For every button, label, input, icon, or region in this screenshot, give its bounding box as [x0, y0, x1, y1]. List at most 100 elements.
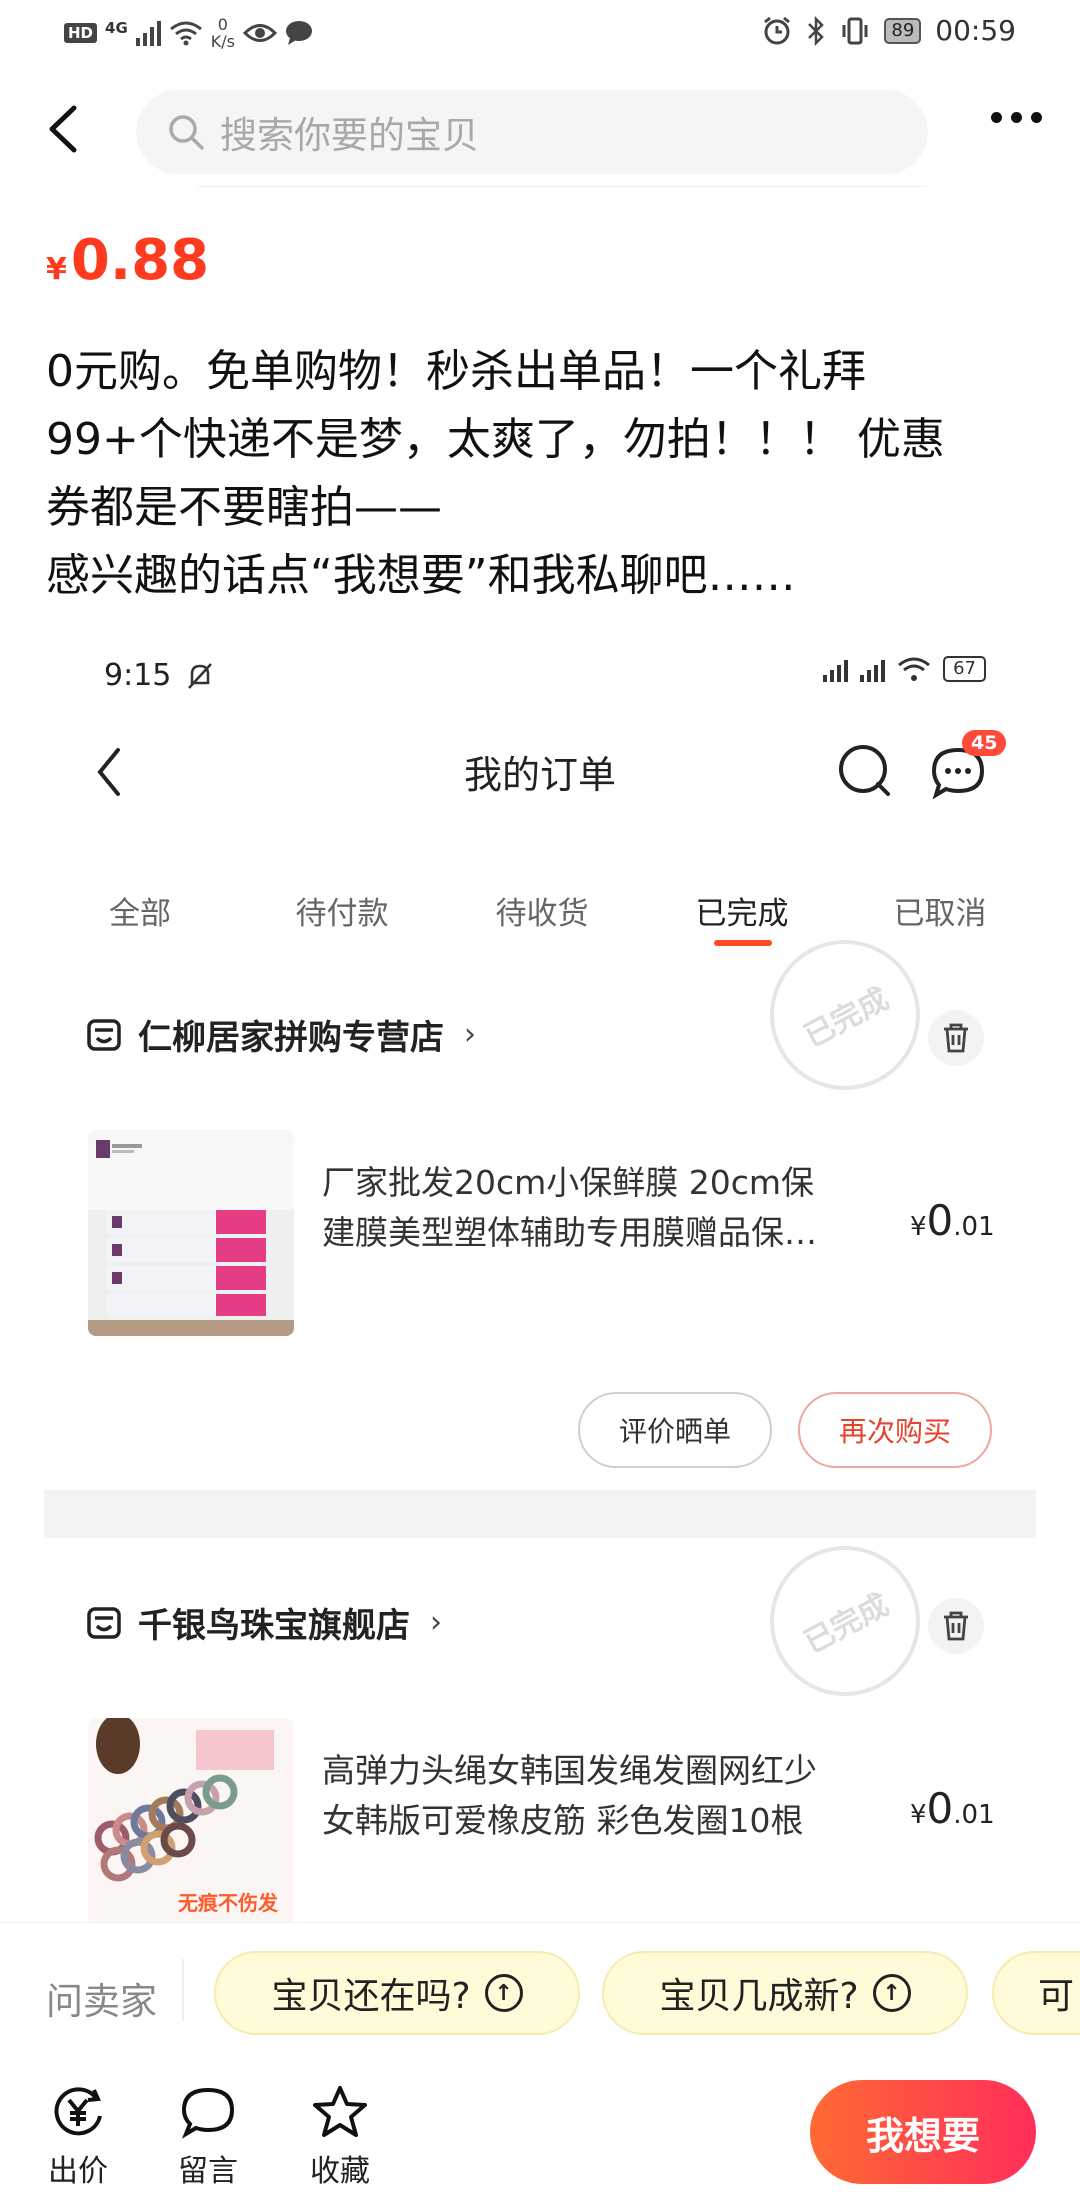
signal-icon — [823, 656, 849, 682]
store-name-row: 千银鸟珠宝旗舰店 › — [86, 1598, 442, 1647]
listing-price: ¥ 0.88 — [46, 228, 209, 293]
trash-icon — [928, 1010, 984, 1066]
wifi-icon — [169, 21, 202, 46]
comment-label: 留言 — [178, 2154, 238, 2189]
status-right: 89 00:59 — [762, 14, 1016, 47]
arrow-up-circle-icon: ↑ — [484, 1974, 523, 2012]
inner-clock: 9:15 — [104, 658, 172, 693]
signal-icon — [860, 656, 886, 682]
chip-label: 可 — [1038, 1976, 1075, 2017]
inner-message-badge: 45 — [962, 730, 1007, 756]
yuan-circle-icon — [54, 2087, 102, 2136]
search-placeholder: 搜索你要的宝贝 — [220, 114, 479, 157]
description-line: 感兴趣的话点“我想要”和我私聊吧…… — [46, 550, 796, 601]
back-arrow-icon[interactable] — [42, 104, 82, 154]
bluetooth-icon — [808, 15, 825, 46]
inner-battery: 67 — [943, 656, 986, 682]
product-price: ¥ 0 .01 — [910, 1196, 995, 1245]
wifi-icon — [898, 657, 931, 681]
price-decimal: .01 — [953, 1800, 995, 1830]
divider — [182, 1959, 184, 2021]
completed-stamp: 已完成 — [770, 1546, 920, 1696]
star-icon — [313, 2086, 367, 2137]
trash-icon — [928, 1598, 984, 1654]
tab-cancelled: 已取消 — [893, 896, 987, 932]
card-separator — [44, 1490, 1036, 1538]
store-icon — [87, 1606, 121, 1639]
quick-question-chip[interactable]: 宝贝还在吗? ↑ — [214, 1951, 580, 2035]
chat-bubble-icon — [181, 2087, 235, 2139]
status-bar: HD 4G 0 K/s 89 00:59 — [0, 0, 1080, 66]
price-value: 0.88 — [70, 228, 210, 293]
product-title-line: 厂家批发20cm小保鲜膜 20cm保 — [322, 1163, 815, 1202]
hd-badge: HD — [64, 23, 98, 43]
product-title-line: 女韩版可爱橡皮筋 彩色发圈10根 — [322, 1801, 804, 1840]
thumbnail-caption: 无痕不伤发 — [178, 1891, 279, 1915]
product-thumbnail-cling-film — [88, 1130, 294, 1336]
chip-label: 宝贝几成新? — [659, 1976, 859, 2017]
stamp-text: 已完成 — [798, 1587, 895, 1661]
alarm-icon — [764, 16, 791, 44]
net-speed: 0 K/s — [211, 16, 235, 50]
order-tabs: 全部 待付款 待收货 已完成 已取消 — [44, 888, 1036, 948]
stamp-text: 已完成 — [798, 981, 895, 1055]
favorite-button[interactable]: 收藏 — [290, 2084, 390, 2190]
net-speed-unit: K/s — [210, 32, 235, 51]
review-button: 评价晒单 — [578, 1392, 772, 1468]
store-name: 千银鸟珠宝旗舰店 — [138, 1606, 410, 1646]
vibrate-icon — [842, 17, 868, 44]
more-options-icon[interactable] — [991, 112, 1042, 123]
buy-again-button: 再次购买 — [798, 1392, 992, 1468]
network-type: 4G — [105, 19, 128, 37]
chevron-right-icon: › — [430, 1605, 442, 1640]
quick-question-chip[interactable]: 宝贝几成新? ↑ — [602, 1951, 968, 2035]
product-price: ¥ 0 .01 — [910, 1784, 995, 1833]
tab-pending-payment: 待付款 — [295, 896, 389, 932]
description-line: 99+个快递不是梦，太爽了，勿拍！！！ 优惠 — [46, 414, 945, 465]
inner-status-right: 67 — [823, 656, 986, 682]
tab-all: 全部 — [109, 896, 171, 932]
search-input[interactable]: 搜索你要的宝贝 — [136, 90, 928, 174]
description-line: 0元购。免单购物！秒杀出单品！一个礼拜 — [46, 346, 866, 397]
store-icon — [87, 1018, 121, 1051]
chip-label: 宝贝还在吗? — [271, 1976, 471, 2017]
product-title: 高弹力头绳女韩国发绳发圈网红少 女韩版可爱橡皮筋 彩色发圈10根 — [322, 1746, 882, 1846]
listing-photo-order-screenshot[interactable]: 9:15 67 我的订单 45 全部 待付款 待收货 已完成 已取消 仁柳居家拼… — [44, 630, 1036, 1922]
ask-seller-bar: 问卖家 宝贝还在吗? ↑ 宝贝几成新? ↑ 可 — [0, 1922, 1080, 2064]
product-thumbnail-hair-ties: 无痕不伤发 — [88, 1718, 294, 1922]
arrow-up-circle-icon: ↑ — [872, 1974, 911, 2012]
signal-icon — [135, 20, 161, 46]
store-name-row: 仁柳居家拼购专营店 › — [86, 1010, 476, 1059]
store-name: 仁柳居家拼购专营店 — [138, 1018, 444, 1058]
tab-completed: 已完成 — [695, 896, 789, 932]
inner-search-icon — [839, 745, 890, 796]
price-integer: 0 — [926, 1784, 954, 1833]
i-want-button[interactable]: 我想要 — [810, 2080, 1036, 2184]
inner-status-left: 9:15 — [104, 658, 215, 693]
completed-stamp: 已完成 — [770, 940, 920, 1090]
bell-muted-icon — [188, 662, 213, 689]
message-icon — [285, 21, 312, 45]
product-title: 厂家批发20cm小保鲜膜 20cm保 建膜美型塑体辅助专用膜赠品保… — [322, 1158, 882, 1258]
bottom-action-bar: 出价 留言 收藏 我想要 — [0, 2064, 1080, 2204]
ask-seller-label: 问卖家 — [46, 1980, 157, 2023]
battery-indicator: 89 — [884, 17, 922, 44]
price-integer: 0 — [926, 1196, 954, 1245]
eye-icon — [242, 24, 277, 42]
bid-button[interactable]: 出价 — [28, 2084, 128, 2190]
price-currency: ¥ — [46, 252, 67, 287]
status-left: HD 4G 0 K/s — [64, 16, 313, 50]
favorite-label: 收藏 — [310, 2154, 370, 2189]
listing-description: 0元购。免单购物！秒杀出单品！一个礼拜 99+个快递不是梦，太爽了，勿拍！！！ … — [46, 338, 1046, 610]
search-icon — [169, 115, 204, 150]
active-tab-underline — [714, 940, 772, 946]
price-decimal: .01 — [953, 1212, 995, 1242]
price-currency: ¥ — [910, 1800, 927, 1830]
header-divider — [198, 186, 926, 187]
product-title-line: 高弹力头绳女韩国发绳发圈网红少 — [322, 1751, 817, 1790]
clock: 00:59 — [935, 14, 1016, 47]
tab-pending-receipt: 待收货 — [495, 896, 589, 932]
product-title-line: 建膜美型塑体辅助专用膜赠品保… — [322, 1213, 817, 1252]
quick-question-chip[interactable]: 可 — [992, 1951, 1080, 2035]
comment-button[interactable]: 留言 — [158, 2084, 258, 2190]
